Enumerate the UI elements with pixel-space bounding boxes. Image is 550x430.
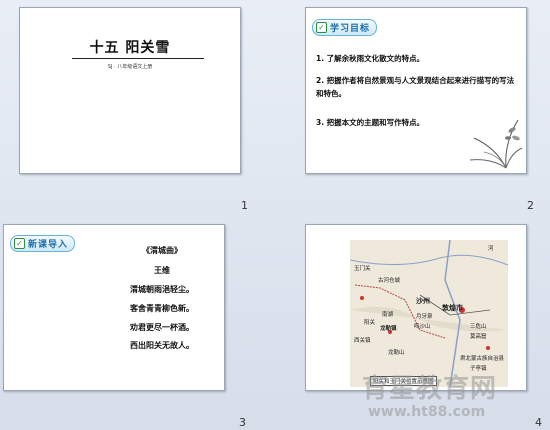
new-lesson-badge: ✓ 新课导入 — [10, 235, 76, 252]
poem-line-1: 渭城朝雨浥轻尘。 — [130, 284, 194, 294]
slide-thumbnail-2[interactable]: ✓ 学习目标 1. 了解余秋雨文化散文的特点。 2. 把握作者将自然景观与人文景… — [305, 7, 527, 174]
poem-line-3: 劝君更尽一杯酒。 — [130, 322, 194, 332]
slide-thumbnail-3[interactable]: ✓ 新课导入 《渭城曲》 王维 渭城朝雨浥轻尘。 客舍青青柳色新。 劝君更尽一杯… — [3, 224, 225, 391]
map-label: 敦煌市 — [442, 304, 463, 312]
slide-thumbnail-4[interactable]: 玉门关 古河仓城 敦煌市 沙州 月牙泉 鸣沙山 阳关 南湖 龙勒镇 西关镇 三危… — [305, 224, 527, 391]
title-underline — [72, 58, 204, 59]
orchid-decoration-icon — [469, 119, 523, 169]
map-label: 南湖 — [382, 312, 394, 318]
watermark-logo: 育星教育网 — [362, 374, 498, 404]
poem-author: 王维 — [154, 265, 170, 275]
map-label: 古河仓城 — [378, 278, 401, 284]
badge-label: 新课导入 — [28, 240, 69, 250]
map-label: 肃北蒙古族自治县 — [460, 356, 505, 362]
map-image: 玉门关 古河仓城 敦煌市 沙州 月牙泉 鸣沙山 阳关 南湖 龙勒镇 西关镇 三危… — [350, 240, 508, 387]
checkbox-icon: ✓ — [316, 22, 327, 33]
slide-number-3: 3 — [239, 416, 246, 429]
poem-line-4: 西出阳关无故人。 — [130, 340, 194, 350]
map-label: 西关镇 — [354, 338, 371, 344]
slide-number-2: 2 — [527, 199, 534, 212]
map-label: 三危山 — [470, 324, 487, 330]
goal-item-1: 1. 了解余秋雨文化散文的特点。 — [316, 54, 425, 63]
slide-thumbnail-1[interactable]: 十五 阳关雪 SJ · 八年级语文上册 — [19, 7, 241, 174]
goal-item-2: 2. 把握作者将自然景观与人文景观结合起来进行描写的写法和特色。 — [316, 76, 515, 98]
map-label: 龙勒镇 — [380, 326, 397, 332]
map-label: 鸣沙山 — [414, 324, 431, 330]
checkbox-icon: ✓ — [14, 238, 25, 249]
map-label: 河 — [488, 246, 494, 252]
map-label: 玉门关 — [354, 266, 371, 272]
map-label: 莫高窟 — [470, 334, 487, 340]
slide-subtitle: SJ · 八年级语文上册 — [107, 64, 153, 70]
map-label: 龙勒山 — [388, 350, 405, 356]
poem-title: 《渭城曲》 — [142, 245, 182, 255]
map-label: 沙州 — [416, 297, 430, 305]
learning-goals-badge: ✓ 学习目标 — [312, 19, 378, 36]
slide-number-4: 4 — [535, 416, 542, 429]
slide-number-1: 1 — [241, 199, 248, 212]
map-label: 阳关 — [364, 320, 376, 326]
map-label: 月牙泉 — [416, 314, 433, 320]
watermark-url: www.ht88.com — [368, 404, 486, 420]
slide-title: 十五 阳关雪 — [89, 40, 171, 56]
poem-line-2: 客舍青青柳色新。 — [130, 303, 194, 313]
badge-label: 学习目标 — [330, 24, 371, 34]
